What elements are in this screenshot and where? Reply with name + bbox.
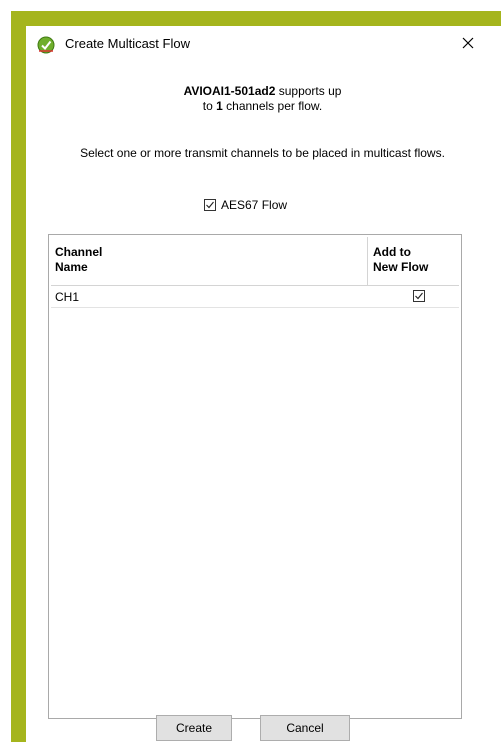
channels-count: 1 <box>216 99 223 113</box>
title-bar: Create Multicast Flow <box>26 26 499 62</box>
create-multicast-flow-dialog: Create Multicast Flow AVIOAI1-501ad2 sup… <box>26 26 499 756</box>
annotation-frame-left <box>11 11 26 742</box>
channel-table: Channel Name Add to New Flow CH1 <box>48 234 462 719</box>
aes67-flow-option[interactable]: AES67 Flow <box>204 198 287 212</box>
annotation-frame-top <box>11 11 501 26</box>
supports-text: supports up <box>275 84 342 98</box>
create-button[interactable]: Create <box>156 715 232 741</box>
device-name: AVIOAI1-501ad2 <box>183 84 276 98</box>
col-add-line1: Add to <box>373 245 411 259</box>
dialog-title: Create Multicast Flow <box>65 36 190 51</box>
checkmark-icon <box>206 201 214 209</box>
col-name-line1: Channel <box>55 245 103 259</box>
row-add-checkbox[interactable] <box>413 290 425 302</box>
instruction-text: Select one or more transmit channels to … <box>80 146 445 160</box>
table-header: Channel Name Add to New Flow <box>51 237 459 286</box>
checkmark-icon <box>415 292 423 300</box>
channels-per-flow-line: to 1 channels per flow. <box>26 99 499 113</box>
app-check-icon <box>37 36 55 54</box>
aes67-label: AES67 Flow <box>221 198 288 212</box>
line2-suffix: channels per flow. <box>222 99 323 113</box>
cancel-button[interactable]: Cancel <box>260 715 350 741</box>
close-icon <box>462 37 474 49</box>
col-add-text: Add to New Flow <box>373 245 428 275</box>
table-row[interactable]: CH1 <box>51 286 459 308</box>
line2-prefix: to <box>202 99 217 113</box>
column-header-channel-name[interactable]: Channel Name <box>55 245 155 275</box>
column-header-add-to-new-flow[interactable]: Add to New Flow <box>367 237 459 285</box>
row-channel-name: CH1 <box>55 290 80 304</box>
col-add-line2: New Flow <box>373 260 429 274</box>
device-support-line: AVIOAI1-501ad2 supports up <box>26 84 499 98</box>
close-button[interactable] <box>451 28 485 58</box>
aes67-checkbox[interactable] <box>204 199 216 211</box>
col-name-line2: Name <box>55 260 88 274</box>
